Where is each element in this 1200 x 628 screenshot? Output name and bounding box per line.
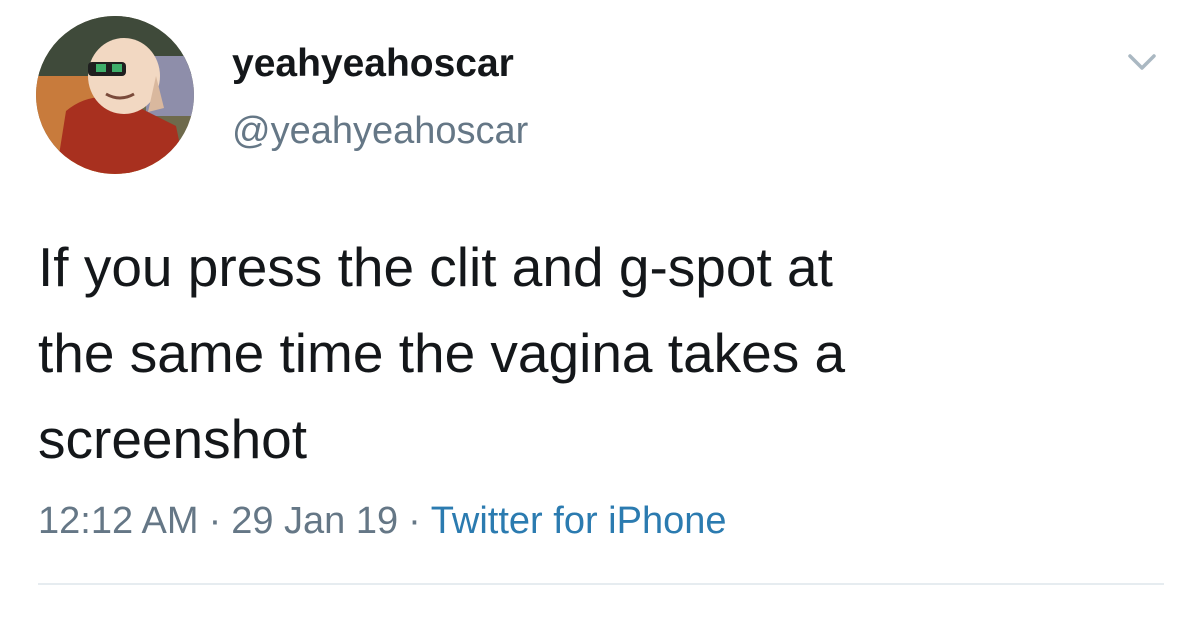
user-handle[interactable]: @yeahyeahoscar bbox=[232, 110, 528, 153]
tweet-text-line: If you press the clit and g-spot at bbox=[38, 236, 833, 298]
tweet-card: yeahyeahoscar @yeahyeahoscar If you pres… bbox=[0, 0, 1200, 628]
tweet-text: If you press the clit and g-spot at the … bbox=[38, 224, 1138, 482]
chevron-down-icon bbox=[1128, 54, 1156, 70]
separator: · bbox=[208, 500, 222, 542]
display-name[interactable]: yeahyeahoscar bbox=[232, 42, 514, 86]
tweet-menu-button[interactable] bbox=[1120, 44, 1164, 80]
separator: · bbox=[408, 500, 421, 542]
avatar[interactable] bbox=[36, 16, 194, 174]
tweet-text-line: screenshot bbox=[38, 408, 308, 470]
tweet-source-link[interactable]: Twitter for iPhone bbox=[431, 500, 727, 542]
tweet-date[interactable]: 29 Jan 19 bbox=[231, 500, 398, 542]
tweet-text-line: the same time the vagina takes a bbox=[38, 322, 846, 384]
divider bbox=[38, 583, 1164, 585]
tweet-time[interactable]: 12:12 AM bbox=[38, 500, 199, 542]
cartoon-avatar-icon bbox=[36, 16, 194, 174]
tweet-metadata: 12:12 AM · 29 Jan 19 · Twitter for iPhone bbox=[38, 500, 726, 543]
